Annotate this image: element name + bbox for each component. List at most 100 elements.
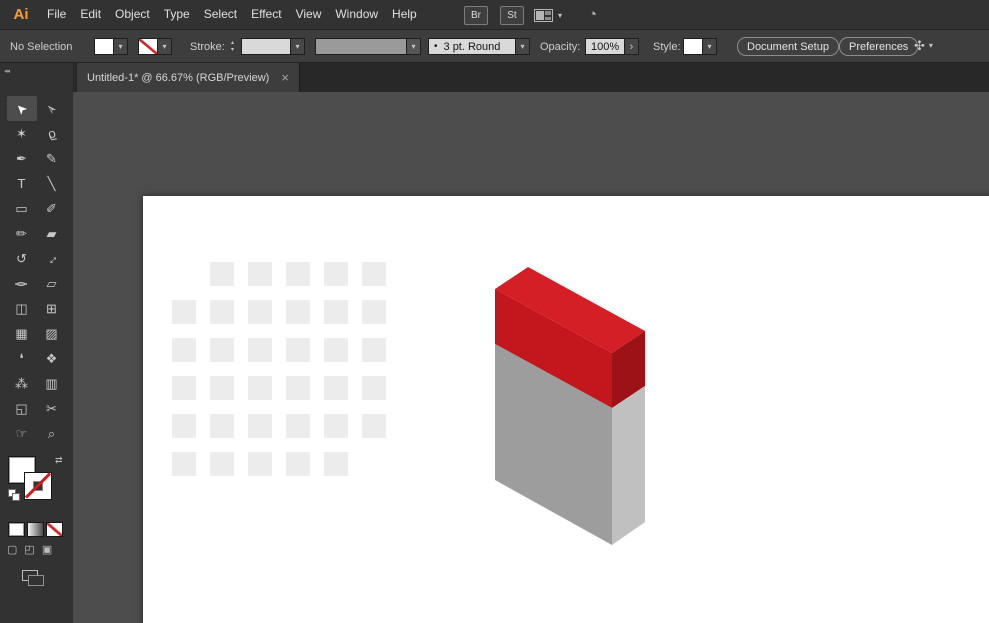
- isometric-box-artwork[interactable]: [143, 196, 663, 556]
- default-fill-stroke-icon[interactable]: [8, 489, 22, 503]
- brush-definition-dropdown[interactable]: • 3 pt. Round ▾: [428, 38, 530, 55]
- tool-mesh[interactable]: ▦: [7, 321, 37, 346]
- close-icon[interactable]: ×: [281, 71, 289, 84]
- tool-rectangle[interactable]: ▭: [7, 196, 37, 221]
- blend-icon: ❖: [46, 351, 58, 367]
- tool-panel-header: ◂◂: [0, 63, 73, 92]
- stroke-weight-stepper[interactable]: ▴ ▾: [227, 38, 238, 55]
- tool-shaper[interactable]: ✏: [7, 221, 37, 246]
- change-screen-mode-button[interactable]: [22, 570, 46, 588]
- stroke-color-control[interactable]: [24, 472, 52, 500]
- document-setup-button[interactable]: Document Setup: [737, 37, 839, 56]
- default-stroke-mini: [12, 493, 20, 501]
- tool-selection[interactable]: ➤: [7, 96, 37, 121]
- tool-type[interactable]: T: [7, 171, 37, 196]
- tool-scale[interactable]: ↔: [37, 246, 67, 271]
- menu-view[interactable]: View: [289, 0, 329, 29]
- menu-type[interactable]: Type: [157, 0, 197, 29]
- tool-gradient[interactable]: ▨: [37, 321, 67, 346]
- select-similar-icon: ✣: [914, 39, 925, 53]
- style-label: Style:: [653, 41, 681, 53]
- color-button[interactable]: [8, 522, 25, 537]
- select-similar-dropdown[interactable]: ✣ ▾: [914, 39, 933, 53]
- type-icon: T: [18, 176, 26, 191]
- tool-direct-selection[interactable]: ➢: [37, 96, 67, 121]
- tool-free-transform[interactable]: ▱: [37, 271, 67, 296]
- gpu-performance-icon[interactable]: ◔: [588, 6, 597, 24]
- brush-field[interactable]: • 3 pt. Round: [428, 38, 516, 55]
- paintbrush-icon: ✐: [46, 201, 57, 217]
- curvature-icon: ✎: [46, 151, 57, 167]
- menu-effect[interactable]: Effect: [244, 0, 288, 29]
- tool-zoom[interactable]: ⌕: [37, 421, 67, 446]
- menu-help[interactable]: Help: [385, 0, 424, 29]
- chevron-down-icon: ▾: [114, 38, 128, 55]
- zoom-icon: ⌕: [48, 426, 55, 442]
- menu-edit[interactable]: Edit: [73, 0, 108, 29]
- screen-mode-icon-back: [28, 575, 44, 586]
- tool-pen[interactable]: ✒: [7, 146, 37, 171]
- document-tab[interactable]: Untitled-1* @ 66.67% (RGB/Preview) ×: [77, 63, 300, 92]
- opacity-value-field[interactable]: 100%: [585, 38, 625, 55]
- style-swatch: [683, 38, 703, 55]
- swap-fill-stroke-icon[interactable]: ⇄: [55, 456, 63, 465]
- stroke-color-dropdown[interactable]: ▾: [138, 38, 172, 55]
- opacity-label: Opacity:: [540, 41, 580, 53]
- tool-rotate[interactable]: ↺: [7, 246, 37, 271]
- mesh-icon: ▦: [15, 326, 27, 342]
- tool-lasso[interactable]: ϱ: [37, 121, 67, 146]
- graphic-style-dropdown[interactable]: ▾: [683, 38, 717, 55]
- menu-window[interactable]: Window: [328, 0, 385, 29]
- color-mode-buttons: [8, 522, 63, 537]
- control-bar: No Selection ▾ ▾ Stroke: ▴ ▾ ▾ ▾ • 3 pt.…: [0, 30, 989, 63]
- canvas-pasteboard[interactable]: [73, 92, 989, 623]
- none-button[interactable]: [46, 522, 63, 537]
- bridge-button[interactable]: Br: [464, 6, 488, 25]
- tool-shape-builder[interactable]: ◫: [7, 296, 37, 321]
- shaper-icon: ✏: [16, 226, 27, 242]
- collapse-panel-icon[interactable]: ◂◂: [4, 67, 9, 75]
- preferences-button[interactable]: Preferences: [839, 37, 918, 56]
- tool-width[interactable]: ≬: [7, 271, 37, 296]
- document-tab-bar: Untitled-1* @ 66.67% (RGB/Preview) ×: [73, 63, 989, 92]
- shape-builder-icon: ◫: [15, 301, 27, 317]
- slice-icon: ✂: [46, 401, 57, 417]
- tool-symbol-sprayer[interactable]: ⁂: [7, 371, 37, 396]
- menu-select[interactable]: Select: [197, 0, 244, 29]
- drawing-mode-buttons: ▢ ◰ ▣: [7, 544, 52, 557]
- tool-hand[interactable]: ☞: [7, 421, 37, 446]
- stroke-weight-field[interactable]: [241, 38, 291, 55]
- pen-icon: ✒: [16, 151, 27, 167]
- tool-perspective-grid[interactable]: ⊞: [37, 296, 67, 321]
- line-segment-icon: ╲: [48, 176, 56, 192]
- tool-column-graph[interactable]: ▥: [37, 371, 67, 396]
- stock-button[interactable]: St: [500, 6, 524, 25]
- menu-bar: Ai FileEditObjectTypeSelectEffectViewWin…: [0, 0, 989, 30]
- tool-eyedropper[interactable]: ❛: [7, 346, 37, 371]
- draw-inside-icon[interactable]: ▣: [42, 544, 52, 557]
- tool-line-segment[interactable]: ╲: [37, 171, 67, 196]
- artboard-icon: ◱: [15, 401, 27, 417]
- draw-normal-icon[interactable]: ▢: [7, 544, 17, 557]
- artboard[interactable]: [143, 196, 989, 623]
- perspective-grid-icon: ⊞: [46, 301, 57, 317]
- tool-artboard[interactable]: ◱: [7, 396, 37, 421]
- fill-color-dropdown[interactable]: ▾: [94, 38, 128, 55]
- tool-slice[interactable]: ✂: [37, 396, 67, 421]
- arrange-documents-dropdown[interactable]: ▾: [534, 9, 562, 22]
- stroke-weight-dropdown[interactable]: ▾: [241, 38, 305, 55]
- tool-eraser[interactable]: ▰: [37, 221, 67, 246]
- draw-behind-icon[interactable]: ◰: [24, 544, 34, 557]
- menu-object[interactable]: Object: [108, 0, 157, 29]
- tool-magic-wand[interactable]: ✶: [7, 121, 37, 146]
- opacity-dropdown[interactable]: 100% ›: [585, 38, 639, 55]
- box-side-face[interactable]: [612, 386, 645, 545]
- stepper-down-icon: ▾: [231, 47, 234, 53]
- tool-curvature[interactable]: ✎: [37, 146, 67, 171]
- stroke-label: Stroke:: [190, 41, 225, 53]
- menu-file[interactable]: File: [40, 0, 73, 29]
- fill-stroke-widget: ⇄: [8, 456, 68, 506]
- tool-blend[interactable]: ❖: [37, 346, 67, 371]
- gradient-button[interactable]: [27, 522, 44, 537]
- tool-paintbrush[interactable]: ✐: [37, 196, 67, 221]
